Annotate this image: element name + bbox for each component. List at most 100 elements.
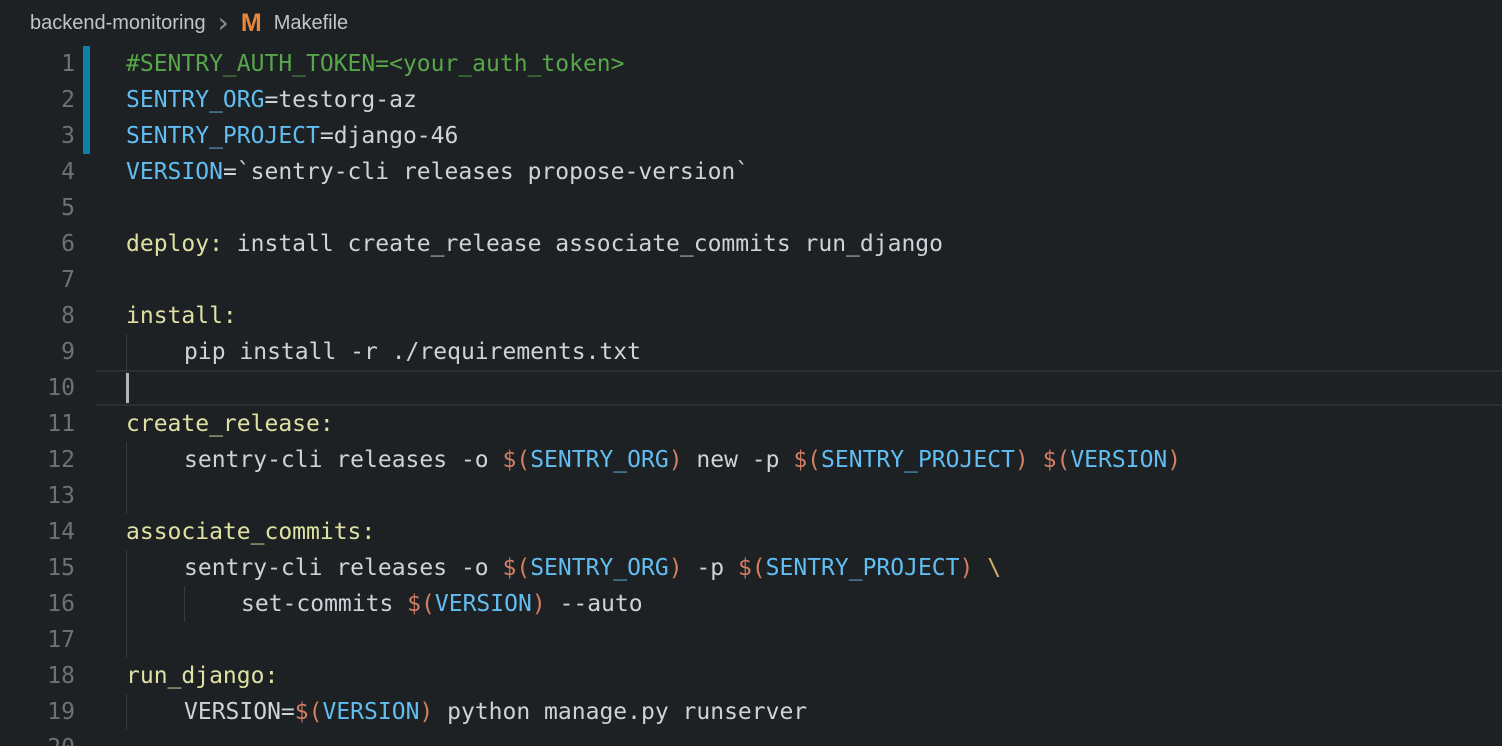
code-text: pip install -r ./requirements.txt [184, 334, 641, 370]
code-token: ) [960, 555, 974, 581]
line-number[interactable]: 1 [0, 46, 75, 82]
code-text: associate_commits: [126, 514, 375, 550]
code-line[interactable]: 17 [0, 622, 1502, 658]
line-number[interactable]: 8 [0, 298, 75, 334]
code-line[interactable]: 18 run_django: [0, 658, 1502, 694]
code-line[interactable]: 5 [0, 190, 1502, 226]
code-line[interactable]: 13 [0, 478, 1502, 514]
code-token: VERSION= [184, 699, 295, 725]
line-number[interactable]: 9 [0, 334, 75, 370]
code-line[interactable]: 12sentry-cli releases -o $(SENTRY_ORG) n… [0, 442, 1502, 478]
code-token: associate_commits: [126, 519, 375, 545]
code-token: SENTRY_PROJECT [126, 123, 320, 149]
code-text: sentry-cli releases -o $(SENTRY_ORG) new… [184, 442, 1181, 478]
code-token: \ [987, 555, 1001, 581]
indent-guide [126, 550, 127, 586]
code-token: -p [683, 555, 738, 581]
line-number[interactable]: 16 [0, 586, 75, 622]
code-token: ) [419, 699, 433, 725]
line-number[interactable]: 2 [0, 82, 75, 118]
code-token [1029, 447, 1043, 473]
code-token: $( [295, 699, 323, 725]
code-token: $( [1043, 447, 1071, 473]
line-number[interactable]: 12 [0, 442, 75, 478]
code-line[interactable]: 6 deploy: install create_release associat… [0, 226, 1502, 262]
text-cursor [126, 373, 129, 403]
code-token: ) [669, 447, 683, 473]
code-line[interactable]: 3 SENTRY_PROJECT=django-46 [0, 118, 1502, 154]
line-number[interactable]: 6 [0, 226, 75, 262]
code-token: SENTRY_PROJECT [821, 447, 1015, 473]
code-token: install create_release associate_commits… [223, 231, 943, 257]
line-number[interactable]: 17 [0, 622, 75, 658]
breadcrumb-file-label: Makefile [274, 12, 348, 35]
code-token: python manage.py runserver [433, 699, 807, 725]
code-text: run_django: [126, 658, 278, 694]
line-number[interactable]: 19 [0, 694, 75, 730]
line-number[interactable]: 10 [0, 370, 75, 406]
code-line[interactable]: 8install: [0, 298, 1502, 334]
breadcrumb: backend-monitoring › M Makefile [0, 0, 1502, 46]
line-number[interactable]: 15 [0, 550, 75, 586]
code-token: $( [503, 555, 531, 581]
code-token: VERSION [435, 591, 532, 617]
code-token: VERSION [126, 159, 223, 185]
line-number[interactable]: 14 [0, 514, 75, 550]
code-token: sentry-cli releases -o [184, 447, 503, 473]
code-token: pip install -r ./requirements.txt [184, 339, 641, 365]
code-token: set-commits [241, 591, 407, 617]
code-token: =testorg-az [264, 87, 416, 113]
indent-guide [126, 622, 127, 658]
line-number[interactable]: 20 [0, 730, 75, 746]
code-line[interactable]: 9 pip install -r ./requirements.txt [0, 334, 1502, 370]
code-text: set-commits $(VERSION) --auto [241, 586, 643, 622]
code-token: new -p [683, 447, 794, 473]
code-token: SENTRY_PROJECT [766, 555, 960, 581]
line-number[interactable]: 5 [0, 190, 75, 226]
makefile-icon: M [241, 9, 262, 38]
code-text: SENTRY_PROJECT=django-46 [126, 118, 458, 154]
indent-guide [126, 694, 127, 730]
code-token: sentry-cli releases -o [184, 555, 503, 581]
code-text: SENTRY_ORG=testorg-az [126, 82, 417, 118]
code-line[interactable]: 19 VERSION=$(VERSION) python manage.py ru… [0, 694, 1502, 730]
editor[interactable]: 1#SENTRY_AUTH_TOKEN=<your_auth_token>2 SE… [0, 46, 1502, 746]
code-token: $( [503, 447, 531, 473]
line-number[interactable]: 18 [0, 658, 75, 694]
code-token [973, 555, 987, 581]
line-number[interactable]: 4 [0, 154, 75, 190]
code-line[interactable]: 14 associate_commits: [0, 514, 1502, 550]
indent-guide [184, 586, 185, 622]
breadcrumb-folder[interactable]: backend-monitoring [30, 12, 206, 35]
code-line[interactable]: 11 create_release: [0, 406, 1502, 442]
indent-guide [126, 586, 127, 622]
code-token: ) [532, 591, 546, 617]
code-text: sentry-cli releases -o $(SENTRY_ORG) -p … [184, 550, 1001, 586]
code-token: create_release: [126, 411, 334, 437]
code-token: run_django: [126, 663, 278, 689]
code-token: deploy: [126, 231, 223, 257]
code-line[interactable]: 20 [0, 730, 1502, 746]
indent-guide [126, 478, 127, 514]
code-line[interactable]: 10 [0, 370, 1502, 406]
line-number[interactable]: 3 [0, 118, 75, 154]
line-number[interactable]: 13 [0, 478, 75, 514]
line-number[interactable]: 11 [0, 406, 75, 442]
code-token: VERSION [322, 699, 419, 725]
code-lines: 1#SENTRY_AUTH_TOKEN=<your_auth_token>2 SE… [0, 46, 1502, 746]
code-line[interactable]: 4 VERSION=`sentry-cli releases propose-ve… [0, 154, 1502, 190]
code-token: --auto [546, 591, 643, 617]
code-line[interactable]: 15 sentry-cli releases -o $(SENTRY_ORG) -… [0, 550, 1502, 586]
code-text: VERSION=`sentry-cli releases propose-ver… [126, 154, 749, 190]
code-token: VERSION [1070, 447, 1167, 473]
code-token: SENTRY_ORG [530, 447, 668, 473]
code-token: $( [407, 591, 435, 617]
indent-guide [126, 334, 127, 370]
code-line[interactable]: 7 [0, 262, 1502, 298]
code-line[interactable]: 1#SENTRY_AUTH_TOKEN=<your_auth_token> [0, 46, 1502, 82]
breadcrumb-file[interactable]: M Makefile [241, 9, 348, 38]
line-number[interactable]: 7 [0, 262, 75, 298]
code-token: SENTRY_ORG [530, 555, 668, 581]
code-line[interactable]: 2 SENTRY_ORG=testorg-az [0, 82, 1502, 118]
code-line[interactable]: 16 set-commits $(VERSION) --auto [0, 586, 1502, 622]
